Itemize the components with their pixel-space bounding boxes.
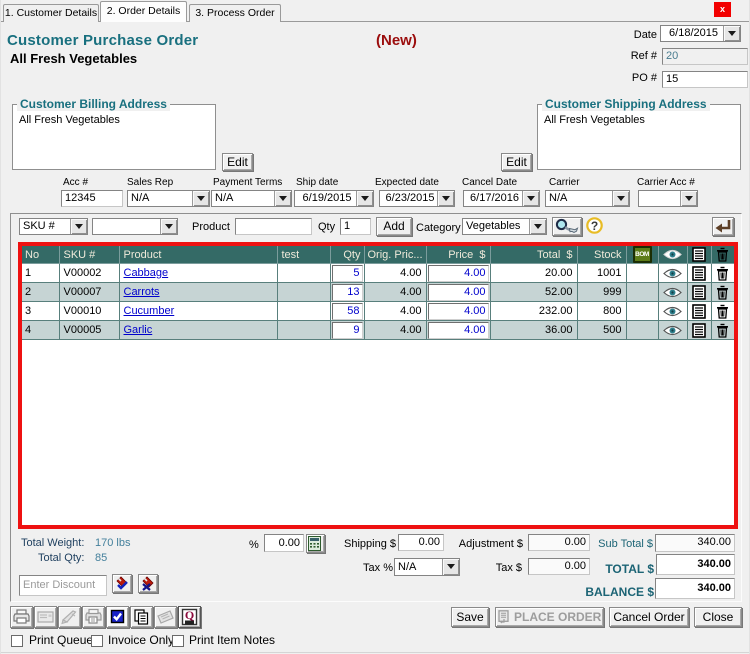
svg-text:?: ?: [591, 219, 598, 233]
svg-text:Q: Q: [185, 608, 194, 622]
